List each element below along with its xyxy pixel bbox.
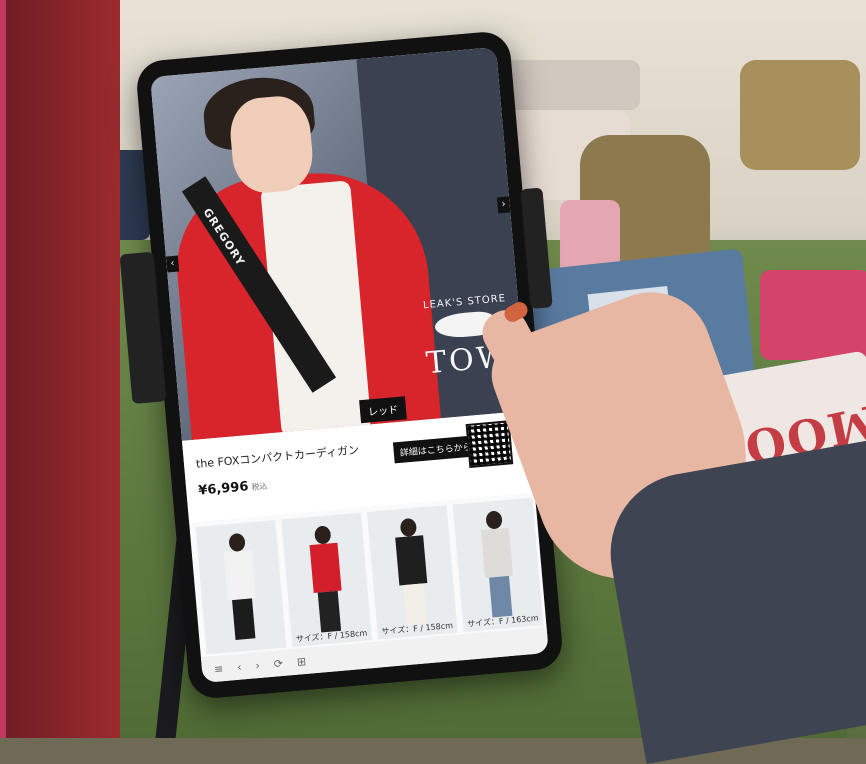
pink-bag xyxy=(760,270,866,360)
product-price: ¥6,996 税込 xyxy=(197,478,268,499)
color-tag: レッド xyxy=(359,396,407,424)
hero-image[interactable]: GREGORY LEAK'S STORE TOWN レッド ‹ › xyxy=(150,47,528,441)
model-figure xyxy=(313,525,332,545)
look-bottom xyxy=(317,590,342,633)
back-icon[interactable]: ‹ xyxy=(237,660,243,673)
look-bottom xyxy=(489,575,513,618)
tax-note: 税込 xyxy=(251,481,268,492)
look-top xyxy=(395,535,428,586)
look-bottom xyxy=(232,598,256,640)
tablet-screen: GREGORY LEAK'S STORE TOWN レッド ‹ › the FO… xyxy=(150,47,549,683)
menu-icon[interactable]: ≡ xyxy=(213,662,223,676)
look-card[interactable]: サイズ：F / 158cm xyxy=(281,512,373,648)
prev-arrow-icon[interactable]: ‹ xyxy=(165,255,180,273)
edge-strip xyxy=(0,0,6,738)
tabs-icon[interactable]: ⊞ xyxy=(296,654,306,668)
folded-clothes xyxy=(500,60,640,110)
qr-code xyxy=(465,420,514,468)
product-name: the FOXコンパクトカーディガン xyxy=(195,443,360,471)
reload-icon[interactable]: ⟳ xyxy=(273,656,283,670)
forward-icon[interactable]: › xyxy=(255,658,261,671)
look-card[interactable]: サイズ：F / 163cm xyxy=(452,497,544,633)
look-top xyxy=(480,527,513,578)
look-card[interactable]: サイズ：F / 158cm xyxy=(366,505,458,640)
look-top xyxy=(309,542,342,593)
model-figure xyxy=(485,510,503,530)
look-bottom xyxy=(403,583,427,625)
model-figure xyxy=(399,517,418,538)
price-value: ¥6,996 xyxy=(197,479,250,499)
next-arrow-icon[interactable]: › xyxy=(496,196,511,214)
look-card[interactable] xyxy=(195,520,287,655)
person-red-coat xyxy=(0,0,120,738)
model-face xyxy=(227,93,316,196)
model-figure xyxy=(228,532,246,553)
look-top xyxy=(223,550,256,601)
tote-bag xyxy=(740,60,860,170)
